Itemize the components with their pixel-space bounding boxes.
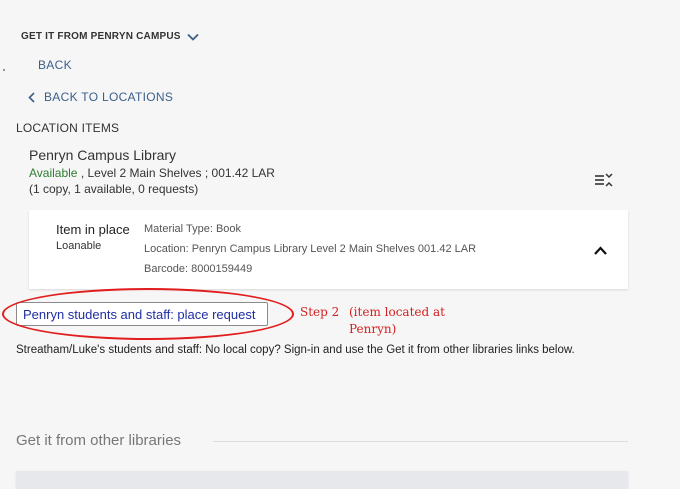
availability-status: Available xyxy=(29,166,78,180)
chevron-left-icon xyxy=(28,91,35,103)
chevron-up-icon[interactable] xyxy=(594,246,607,255)
item-barcode: Barcode: 8000159449 xyxy=(144,263,253,275)
annotation-note-line2: Penryn) xyxy=(349,322,397,336)
section-header[interactable]: GET IT FROM PENRYN CAMPUS xyxy=(21,31,199,42)
section-title: GET IT FROM PENRYN CAMPUS xyxy=(21,31,181,42)
back-to-locations-link[interactable]: BACK TO LOCATIONS xyxy=(28,90,173,104)
divider xyxy=(213,441,628,442)
filter-list-icon[interactable] xyxy=(594,172,614,188)
shelf-info: , Level 2 Main Shelves ; 001.42 LAR xyxy=(77,166,275,180)
stray-dot xyxy=(3,69,5,71)
item-location: Location: Penryn Campus Library Level 2 … xyxy=(144,243,477,255)
annotation-step: Step 2 xyxy=(300,305,340,319)
other-libraries-heading: Get it from other libraries xyxy=(16,432,182,449)
annotation-oval xyxy=(2,288,294,340)
item-status: Item in place xyxy=(56,222,130,237)
page: GET IT FROM PENRYN CAMPUS BACK BACK TO L… xyxy=(0,0,680,489)
material-type: Material Type: Book xyxy=(144,223,242,235)
item-policy: Loanable xyxy=(56,240,102,252)
back-to-locations-label: BACK TO LOCATIONS xyxy=(44,90,174,104)
annotation-note-line1: (item located at xyxy=(349,305,445,319)
library-availability: Available , Level 2 Main Shelves ; 001.4… xyxy=(29,166,275,180)
library-name: Penryn Campus Library xyxy=(29,147,177,163)
copies-summary: (1 copy, 1 available, 0 requests) xyxy=(29,182,199,196)
location-items-heading: LOCATION ITEMS xyxy=(16,121,120,135)
back-link[interactable]: BACK xyxy=(38,58,72,72)
no-local-copy-notice: Streatham/Luke's students and staff: No … xyxy=(16,344,575,356)
chevron-down-icon[interactable] xyxy=(187,33,199,41)
other-libraries-panel xyxy=(16,471,628,489)
item-card: Item in place Loanable Material Type: Bo… xyxy=(29,210,628,289)
